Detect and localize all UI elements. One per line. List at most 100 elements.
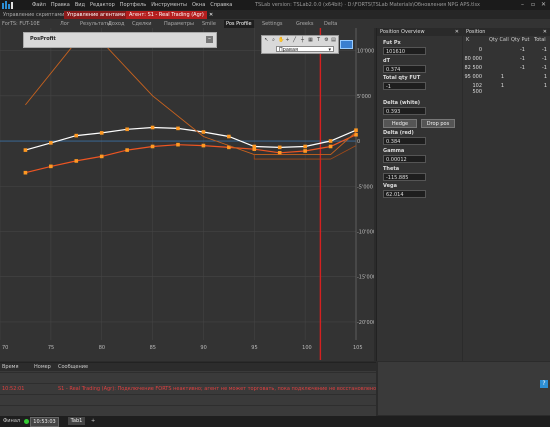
expiry-profile-orange-line	[25, 41, 357, 156]
tab-delta[interactable]: Delta	[324, 20, 337, 28]
log-col-message[interactable]: Сообщение	[58, 363, 88, 371]
col-header-k[interactable]: K	[466, 37, 469, 43]
close-icon[interactable]: ✕	[541, 1, 546, 8]
close-agent-tab-icon[interactable]: ✕	[206, 11, 216, 19]
tab-trades[interactable]: Сделки	[132, 20, 152, 28]
tab-greeks[interactable]: Greeks	[296, 20, 313, 28]
menu-item-view[interactable]: Вид	[75, 2, 85, 8]
add-workspace-icon[interactable]: +	[91, 418, 95, 424]
close-panel-icon[interactable]: ✕	[452, 28, 459, 36]
pos-profile-chart[interactable]: 70 75 80 85 90 95 100 105 10'000 5'000 0 -5'000 -10'…	[0, 28, 374, 361]
tab-income[interactable]: Доход	[108, 20, 124, 28]
x-tick-label: 75	[48, 345, 54, 351]
total-qty-field[interactable]: -1	[383, 82, 426, 90]
y-tick-label: -15'000	[357, 275, 374, 281]
axis-select[interactable]: Правая ▾	[276, 46, 334, 53]
axis-select-value: Правая	[279, 47, 299, 53]
zoom-icon[interactable]: ⌕	[271, 38, 276, 43]
position-row[interactable]: 102 500 1 1	[463, 82, 550, 95]
tab-instrument[interactable]: ForTS: FUT-10E	[2, 20, 40, 28]
fut-px-field[interactable]: 101610	[383, 47, 426, 55]
settings-icon[interactable]: ⚙	[324, 38, 329, 43]
tab-log[interactable]: Лог	[60, 20, 69, 28]
x-tick-label: 105	[353, 345, 363, 351]
menu-item-windows[interactable]: Окна	[192, 2, 205, 8]
menu-item-help[interactable]: Справка	[210, 2, 232, 8]
profit-curve-red-point	[125, 148, 129, 152]
tab-parameters[interactable]: Параметры	[164, 20, 194, 28]
tab-pos-profile[interactable]: Pos Profile	[224, 20, 254, 28]
position-row[interactable]: 80 000 -1 -1	[463, 55, 550, 63]
profit-curve-white-point	[328, 139, 333, 143]
tab-settings[interactable]: Settings	[262, 20, 283, 28]
log-row[interactable]	[0, 405, 376, 416]
profit-curve-red-point	[303, 149, 307, 153]
app-logo-icon	[2, 1, 13, 9]
menu-item-editor[interactable]: Редактор	[90, 2, 115, 8]
menu-item-portfolio[interactable]: Портфель	[120, 2, 146, 8]
workspace-tab[interactable]: Tab1	[68, 417, 85, 425]
profit-curve-red-point	[328, 144, 333, 149]
log-col-time[interactable]: Время	[2, 363, 18, 371]
tab-results[interactable]: Результаты	[80, 20, 111, 28]
tab-agent-s1[interactable]: Агент: S1 - Real Trading (Agr)	[126, 11, 207, 19]
delta-white-label: Delta (white)	[383, 100, 421, 106]
position-cell-total: -1	[542, 56, 547, 62]
position-cell-put: -1	[520, 56, 525, 62]
tab-smile[interactable]: Smile	[202, 20, 216, 28]
y-tick-label: -5'000	[357, 184, 373, 190]
position-row[interactable]: 0 -1 -1	[463, 46, 550, 54]
x-tick-label: 95	[251, 345, 257, 351]
clock: 10:53:03	[30, 417, 59, 427]
vega-label: Vega	[383, 183, 397, 189]
help-icon[interactable]: ?	[540, 380, 548, 388]
profit-curve-red-point	[49, 164, 53, 169]
cursor-icon[interactable]: +	[285, 38, 290, 43]
menu-item-tools[interactable]: Инструменты	[151, 2, 187, 8]
status-label: Финал	[3, 418, 21, 424]
text-icon[interactable]: T	[316, 38, 321, 43]
position-row[interactable]: 95 000 1 1	[463, 73, 550, 81]
vega-field: 62.014	[383, 190, 426, 198]
tab-agent-manager[interactable]: Управление агентами	[64, 11, 128, 19]
col-header-total[interactable]: Total	[534, 37, 546, 43]
profit-curve-white-point	[176, 126, 180, 131]
position-cell-k: 82 500	[464, 65, 483, 71]
pointer-icon[interactable]: ↖	[264, 38, 269, 43]
profit-curve-white-point	[99, 131, 104, 135]
profit-curve-white-point	[354, 128, 358, 132]
tab-script-manager[interactable]: Управление скриптами	[0, 11, 67, 19]
drop-pos-button[interactable]: Drop pos	[421, 119, 455, 128]
collapse-panel-button[interactable]: –	[206, 36, 213, 43]
delta-red-label: Delta (red)	[383, 130, 414, 136]
dt-field[interactable]: 0.374	[383, 65, 426, 73]
chevron-down-icon: ▾	[328, 47, 331, 53]
col-header-qty-put[interactable]: Qty Put	[511, 37, 530, 43]
export-icon[interactable]: ▤	[331, 38, 336, 43]
profit-curve-white-point	[125, 127, 129, 132]
log-col-number[interactable]: Номер	[34, 363, 51, 371]
workspace-tabs: Управление скриптами Управление агентами…	[0, 10, 550, 19]
close-position-icon[interactable]: ✕	[540, 28, 547, 36]
ruler-icon[interactable]: ┼	[300, 38, 305, 43]
menu-item-file[interactable]: Файл	[32, 2, 46, 8]
line-tool-icon[interactable]: ╱	[292, 38, 297, 43]
grid-icon[interactable]: ▦	[308, 38, 313, 43]
maximize-icon[interactable]: ▫	[531, 1, 535, 8]
pos-profile-chart-area[interactable]: 70 75 80 85 90 95 100 105 10'000 5'000 0 -5'000 -10'…	[0, 28, 374, 361]
hedge-button[interactable]: Hedge	[383, 119, 417, 128]
position-panel: Position ✕ K Qty Call Qty Put Total 0 -1 -…	[463, 28, 550, 361]
minimize-icon[interactable]: –	[521, 1, 524, 8]
col-header-qty-call[interactable]: Qty Call	[489, 37, 509, 43]
menu-item-edit[interactable]: Правка	[51, 2, 70, 8]
hand-icon[interactable]: ✋	[278, 38, 284, 43]
log-time: 10:52:01	[2, 386, 25, 392]
total-qty-label: Total qty FUT	[383, 75, 421, 81]
log-row[interactable]: 10:52:01 S1 - Real Trading (Agr): Подключ…	[0, 383, 376, 394]
profit-curve-red-point	[74, 159, 79, 163]
position-cell-total: -1	[542, 47, 547, 53]
log-row[interactable]	[0, 394, 376, 405]
position-row[interactable]: 82 500 -1 -1	[463, 64, 550, 72]
color-picker-button[interactable]	[340, 40, 353, 49]
log-row[interactable]	[0, 372, 376, 383]
